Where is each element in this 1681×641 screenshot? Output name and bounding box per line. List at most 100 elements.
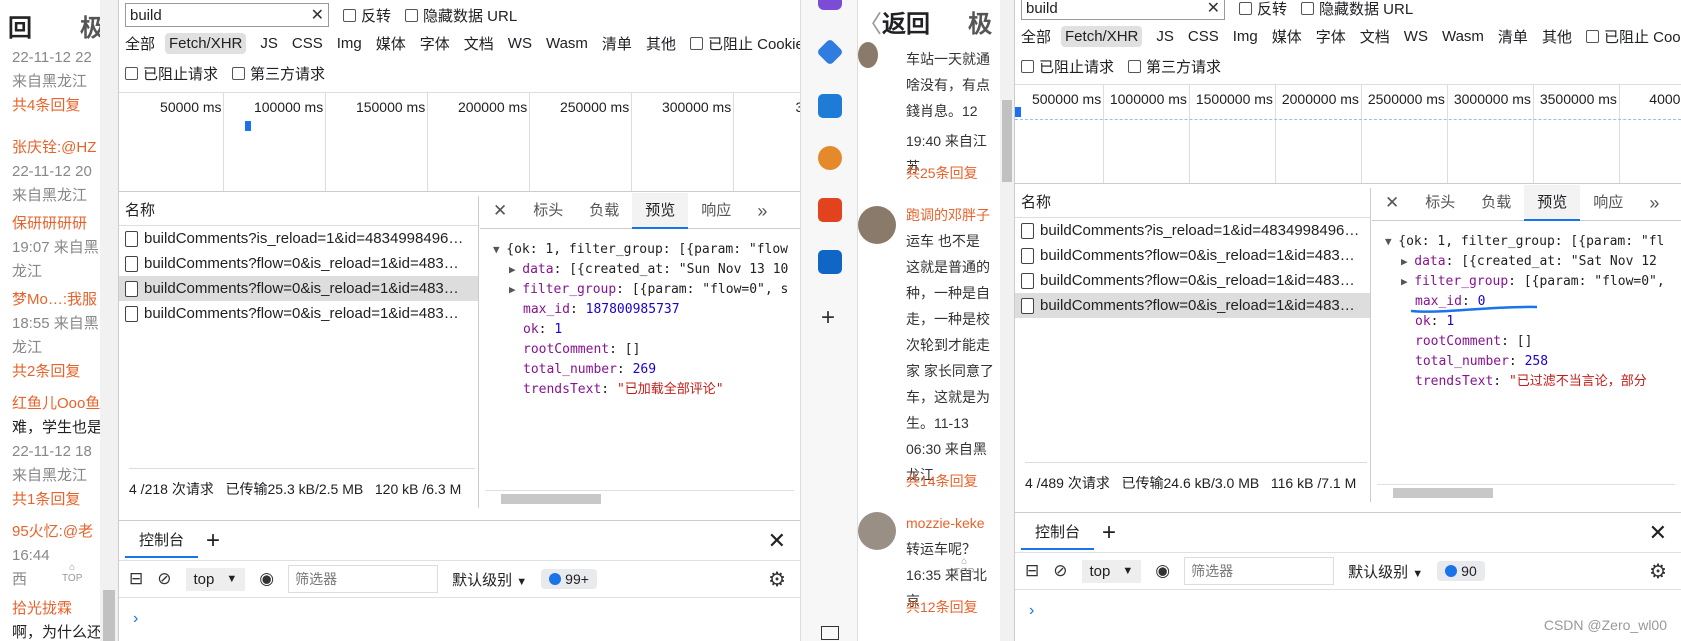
add-drawer-tab-icon[interactable]: +: [1102, 520, 1116, 545]
json-root[interactable]: ▼ {ok: 1, filter_group: [{param: "flow: [493, 240, 788, 260]
filter-js[interactable]: JS: [260, 35, 278, 52]
blocked-cookies-checkbox[interactable]: 已阻止 Cookie: [1585, 26, 1681, 47]
filter-img[interactable]: Img: [337, 35, 362, 52]
commenter-name[interactable]: mozzie-keke: [906, 510, 1002, 536]
more-tabs-icon[interactable]: »: [744, 193, 780, 229]
more-tabs-icon[interactable]: »: [1636, 185, 1672, 221]
json-data-node[interactable]: ▶ data: [{created_at: "Sun Nov 13 10: [493, 260, 788, 280]
close-drawer-icon[interactable]: ✕: [1649, 520, 1667, 546]
request-row[interactable]: buildComments?flow=0&is_reload=1&id=483…: [1015, 293, 1370, 318]
commenter-name[interactable]: 红鱼儿Ooo鱼: [12, 392, 100, 416]
avatar[interactable]: [858, 206, 896, 244]
third-party-checkbox[interactable]: 第三方请求: [232, 63, 325, 84]
scrollbar-thumb[interactable]: [501, 494, 601, 504]
close-drawer-icon[interactable]: ✕: [768, 528, 786, 554]
scrollbar-thumb[interactable]: [1002, 100, 1012, 182]
invert-checkbox[interactable]: 反转: [1239, 0, 1287, 19]
commenter-name[interactable]: 95火忆:@老: [12, 520, 100, 544]
filter-type-5[interactable]: 媒体: [1272, 26, 1302, 47]
reply-count-link[interactable]: 共12条回复: [906, 594, 1002, 620]
console-settings-gear-icon[interactable]: ⚙: [768, 567, 786, 592]
clear-console-icon[interactable]: ⊘: [1053, 561, 1067, 581]
blocked-requests-checkbox[interactable]: 已阻止请求: [125, 63, 218, 84]
console-prompt-chevron-icon[interactable]: ›: [1029, 602, 1034, 620]
sidebar-toggle-icon[interactable]: ⊟: [129, 569, 143, 589]
reply-count-link[interactable]: 共25条回复: [906, 160, 1002, 186]
hide-data-url-checkbox[interactable]: 隐藏数据 URL: [1301, 0, 1413, 19]
add-drawer-tab-icon[interactable]: +: [206, 528, 220, 553]
page-scrollbar[interactable]: [100, 0, 118, 641]
back-to-top-button[interactable]: ⌂ TOP: [62, 562, 82, 584]
filter-type-0[interactable]: 全部: [1021, 26, 1051, 47]
tab-headers[interactable]: 标头: [520, 193, 576, 229]
filter-type-5[interactable]: 媒体: [376, 33, 406, 54]
invert-checkbox[interactable]: 反转: [343, 5, 391, 26]
live-expression-eye-icon[interactable]: ◉: [1155, 561, 1170, 581]
context-selector[interactable]: top ▼: [1081, 559, 1142, 583]
office-icon[interactable]: [818, 198, 842, 222]
console-prompt-chevron-icon[interactable]: ›: [133, 610, 138, 628]
filter-wasm[interactable]: Wasm: [546, 35, 588, 52]
clear-filter-icon[interactable]: ✕: [1207, 0, 1220, 18]
log-level-dropdown[interactable]: 默认级别 ▼: [452, 569, 527, 590]
close-details-icon[interactable]: ✕: [480, 193, 520, 229]
commenter-name[interactable]: 拾光拢霖: [12, 597, 100, 621]
blocked-cookies-checkbox[interactable]: 已阻止 Cookie: [689, 33, 800, 54]
request-row[interactable]: buildComments?flow=0&is_reload=1&id=483…: [1015, 243, 1370, 268]
commenter-name[interactable]: 张庆铨:@HZ: [12, 136, 100, 160]
console-filter-input[interactable]: 筛选器: [1184, 557, 1335, 585]
context-selector[interactable]: top ▼: [185, 567, 246, 591]
commenter-name[interactable]: 保研研研研: [12, 212, 100, 236]
reply-count-link[interactable]: 共14条回复: [906, 468, 1002, 494]
tab-response[interactable]: 响应: [688, 193, 744, 229]
name-column-header[interactable]: 名称: [119, 196, 478, 226]
network-filter-input[interactable]: build ✕: [125, 3, 329, 27]
request-row[interactable]: buildComments?flow=0&is_reload=1&id=483…: [1015, 268, 1370, 293]
json-data-node[interactable]: ▶ data: [{created_at: "Sat Nov 12: [1385, 252, 1665, 272]
sidebar-settings-icon[interactable]: [821, 626, 839, 640]
add-sidebar-app-icon[interactable]: +: [821, 304, 835, 332]
blocked-requests-checkbox[interactable]: 已阻止请求: [1021, 56, 1114, 77]
third-party-checkbox[interactable]: 第三方请求: [1128, 56, 1221, 77]
reply-count-link[interactable]: 共4条回复: [12, 94, 100, 118]
back-link[interactable]: 回: [8, 15, 32, 42]
page-scrollbar[interactable]: [1000, 0, 1014, 641]
reply-count-link[interactable]: 共2条回复: [12, 360, 100, 384]
hide-data-url-checkbox[interactable]: 隐藏数据 URL: [405, 5, 517, 26]
back-to-top-button[interactable]: ⌂ TOP: [954, 556, 974, 578]
tab-response[interactable]: 响应: [1580, 185, 1636, 221]
tab-payload[interactable]: 负载: [576, 193, 632, 229]
log-level-dropdown[interactable]: 默认级别 ▼: [1348, 561, 1423, 582]
console-filter-input[interactable]: 筛选器: [288, 565, 439, 593]
filter-fetchxhr[interactable]: Fetch/XHR: [165, 33, 247, 54]
close-details-icon[interactable]: ✕: [1372, 185, 1412, 221]
filter-ws[interactable]: WS: [508, 35, 532, 52]
json-filter-group-node[interactable]: ▶ filter_group: [{param: "flow=0",: [1385, 272, 1665, 292]
live-expression-eye-icon[interactable]: ◉: [259, 569, 274, 589]
network-overview-timeline[interactable]: 50000 ms 100000 ms 150000 ms 200000 ms 25000…: [119, 92, 800, 192]
filter-type-0[interactable]: 全部: [125, 33, 155, 54]
back-link[interactable]: 返回: [882, 11, 930, 38]
scrollbar-thumb[interactable]: [1393, 488, 1493, 498]
filter-fetchxhr[interactable]: Fetch/XHR: [1061, 26, 1143, 47]
request-row[interactable]: buildComments?flow=0&is_reload=1&id=483…: [119, 276, 478, 301]
avatar[interactable]: [858, 512, 896, 550]
filter-css[interactable]: CSS: [1188, 28, 1219, 45]
network-filter-input[interactable]: build ✕: [1021, 0, 1225, 20]
preview-horizontal-scrollbar[interactable]: [1377, 484, 1675, 498]
scrollbar-thumb[interactable]: [103, 590, 115, 641]
filter-type-10[interactable]: 清单: [1498, 26, 1528, 47]
sidebar-toggle-icon[interactable]: ⊟: [1025, 561, 1039, 581]
avatar[interactable]: [858, 42, 878, 68]
tab-headers[interactable]: 标头: [1412, 185, 1468, 221]
tab-preview[interactable]: 预览: [1524, 184, 1581, 221]
preview-horizontal-scrollbar[interactable]: [485, 490, 794, 504]
tab-preview[interactable]: 预览: [632, 192, 689, 229]
filter-ws[interactable]: WS: [1404, 28, 1428, 45]
clear-filter-icon[interactable]: ✕: [311, 5, 324, 25]
tab-payload[interactable]: 负载: [1468, 185, 1524, 221]
filter-type-10[interactable]: 清单: [602, 33, 632, 54]
filter-type-7[interactable]: 文档: [1360, 26, 1390, 47]
request-row[interactable]: buildComments?is_reload=1&id=4834998496…: [119, 226, 478, 251]
tab-console[interactable]: 控制台: [125, 524, 199, 558]
